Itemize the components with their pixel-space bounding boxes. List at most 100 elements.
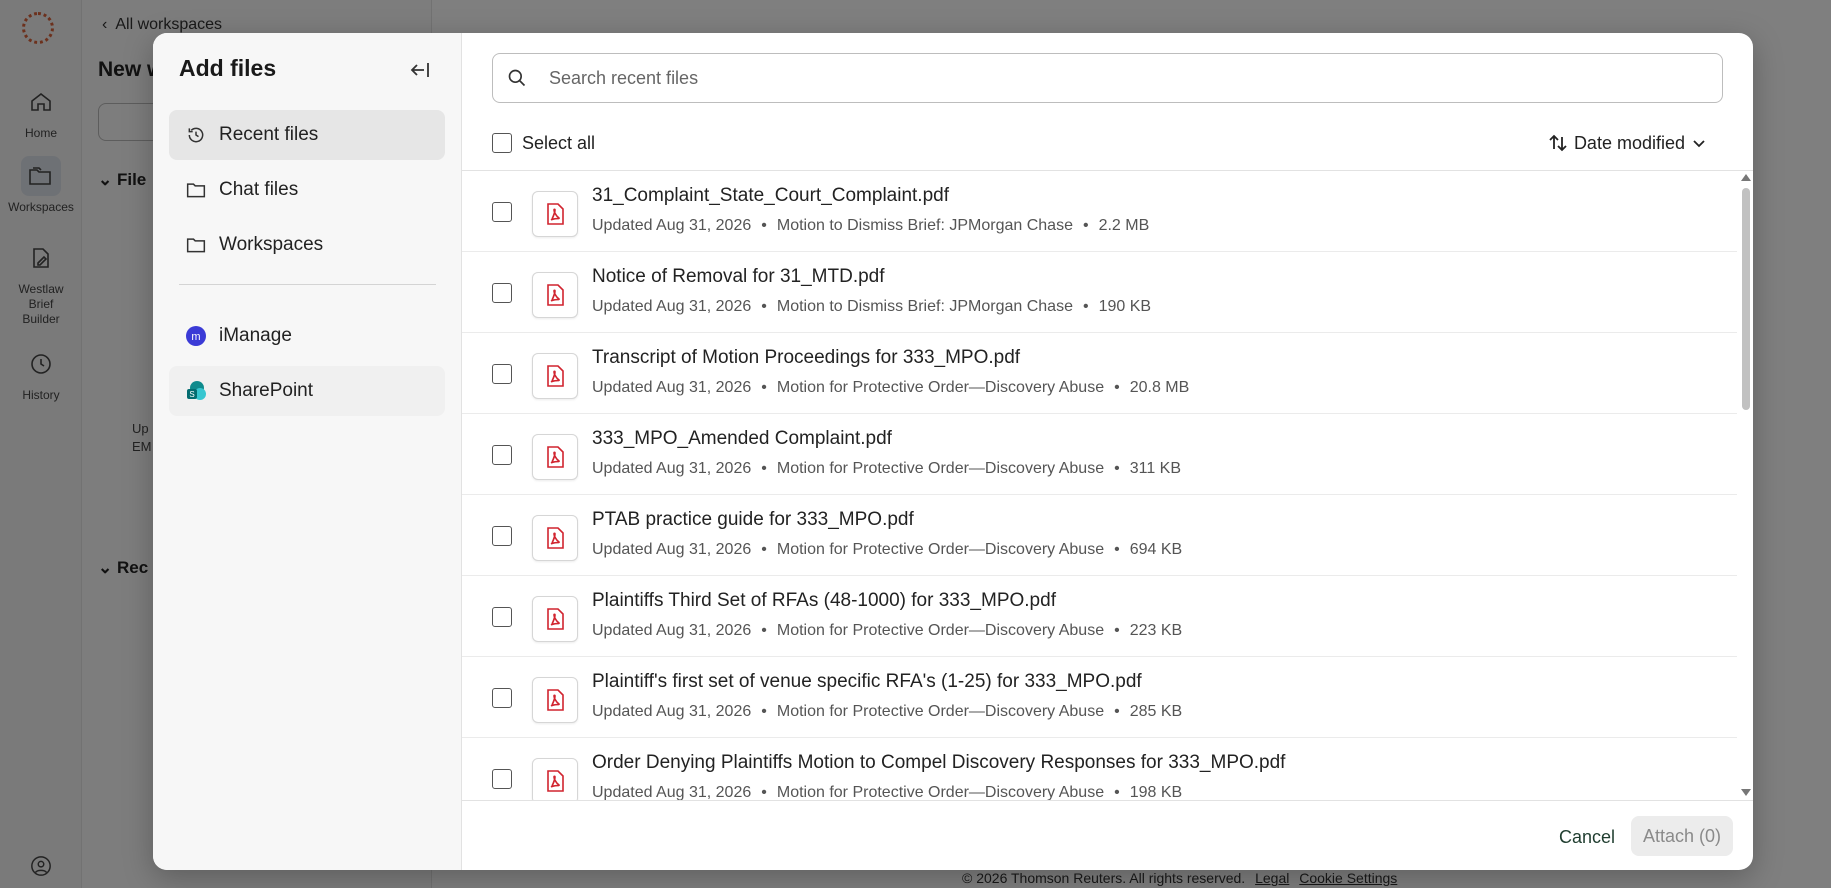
nav-sharepoint[interactable]: S SharePoint <box>169 366 445 416</box>
sharepoint-icon: S <box>185 380 207 402</box>
file-source: Motion for Protective Order—Discovery Ab… <box>776 784 1105 800</box>
file-name[interactable]: Order Denying Plaintiffs Motion to Compe… <box>592 752 1285 774</box>
pdf-file-icon <box>532 677 578 723</box>
search-input[interactable] <box>549 67 1689 89</box>
meta-separator: • <box>761 784 767 800</box>
pdf-file-icon <box>532 272 578 318</box>
file-name[interactable]: Notice of Removal for 31_MTD.pdf <box>592 266 885 288</box>
chevron-down-icon <box>1693 140 1705 148</box>
file-row[interactable]: Notice of Removal for 31_MTD.pdf Updated … <box>462 252 1737 333</box>
sort-icon <box>1549 134 1567 152</box>
folder-icon <box>185 234 207 256</box>
meta-separator: • <box>1082 298 1089 315</box>
nav-recent-files[interactable]: Recent files <box>169 110 445 160</box>
file-source: Motion to Dismiss Brief: JPMorgan Chase <box>776 298 1073 315</box>
meta-separator: • <box>1114 379 1120 396</box>
meta-separator: • <box>761 541 767 558</box>
file-updated: Updated Aug 31, 2026 <box>592 541 752 558</box>
file-name[interactable]: Plaintiff's first set of venue specific … <box>592 671 1142 693</box>
file-meta: Updated Aug 31, 2026 • Motion for Protecti… <box>592 379 1189 397</box>
file-checkbox[interactable] <box>492 445 512 465</box>
scroll-up-arrow-icon[interactable] <box>1741 174 1751 181</box>
pdf-file-icon <box>532 191 578 237</box>
file-checkbox[interactable] <box>492 688 512 708</box>
search-field[interactable] <box>492 53 1723 103</box>
meta-separator: • <box>1114 622 1120 639</box>
file-source: Motion for Protective Order—Discovery Ab… <box>776 379 1105 396</box>
meta-separator: • <box>761 379 767 396</box>
file-checkbox[interactable] <box>492 769 512 789</box>
file-row[interactable]: 333_MPO_Amended Complaint.pdf Updated Aug… <box>462 414 1737 495</box>
file-source: Motion for Protective Order—Discovery Ab… <box>776 541 1105 558</box>
file-checkbox[interactable] <box>492 526 512 546</box>
nav-label: iManage <box>219 325 292 346</box>
meta-separator: • <box>761 298 767 315</box>
file-meta: Updated Aug 31, 2026 • Motion for Protecti… <box>592 622 1182 640</box>
file-updated: Updated Aug 31, 2026 <box>592 460 752 477</box>
meta-separator: • <box>761 460 767 477</box>
nav-imanage[interactable]: m iManage <box>169 311 445 361</box>
meta-separator: • <box>761 622 767 639</box>
file-row[interactable]: Order Denying Plaintiffs Motion to Compe… <box>462 738 1737 800</box>
file-updated: Updated Aug 31, 2026 <box>592 379 752 396</box>
meta-separator: • <box>1114 460 1120 477</box>
collapse-sidebar-button[interactable] <box>405 55 435 85</box>
nav-chat-files[interactable]: Chat files <box>169 165 445 215</box>
file-source: Motion for Protective Order—Discovery Ab… <box>776 460 1105 477</box>
select-all-checkbox[interactable] <box>492 133 512 153</box>
file-name[interactable]: PTAB practice guide for 333_MPO.pdf <box>592 509 914 531</box>
file-size: 285 KB <box>1129 703 1183 720</box>
pdf-file-icon <box>532 353 578 399</box>
sort-dropdown[interactable]: Date modified <box>1542 129 1713 157</box>
pdf-file-icon <box>532 596 578 642</box>
file-checkbox[interactable] <box>492 202 512 222</box>
imanage-icon: m <box>185 325 207 347</box>
file-size: 223 KB <box>1129 622 1183 639</box>
file-list-scrollbar[interactable] <box>1739 170 1753 800</box>
nav-label: Chat files <box>219 179 299 200</box>
dialog-title: Add files <box>179 55 277 81</box>
file-source: Motion for Protective Order—Discovery Ab… <box>776 703 1105 720</box>
meta-separator: • <box>761 703 767 720</box>
file-meta: Updated Aug 31, 2026 • Motion for Protecti… <box>592 784 1182 800</box>
sort-label: Date modified <box>1573 132 1685 153</box>
search-icon <box>508 69 526 87</box>
nav-workspaces[interactable]: Workspaces <box>169 220 445 270</box>
file-size: 311 KB <box>1129 460 1181 477</box>
file-updated: Updated Aug 31, 2026 <box>592 298 752 315</box>
file-meta: Updated Aug 31, 2026 • Motion to Dismiss B… <box>592 298 1151 316</box>
file-name[interactable]: Plaintiffs Third Set of RFAs (48-1000) f… <box>592 590 1056 612</box>
file-checkbox[interactable] <box>492 607 512 627</box>
meta-separator: • <box>1082 217 1089 234</box>
pdf-file-icon <box>532 434 578 480</box>
pdf-file-icon <box>532 758 578 800</box>
nav-label: Recent files <box>219 124 319 145</box>
file-name[interactable]: Transcript of Motion Proceedings for 333… <box>592 347 1020 369</box>
file-row[interactable]: Plaintiff's first set of venue specific … <box>462 657 1737 738</box>
meta-separator: • <box>1114 541 1120 558</box>
scrollbar-thumb[interactable] <box>1742 188 1750 410</box>
select-all-row[interactable]: Select all <box>492 130 595 156</box>
file-row[interactable]: Plaintiffs Third Set of RFAs (48-1000) f… <box>462 576 1737 657</box>
file-source: Motion for Protective Order—Discovery Ab… <box>776 622 1105 639</box>
scroll-down-arrow-icon[interactable] <box>1741 789 1751 796</box>
dialog-sidebar: Add files Recent files Chat files Worksp… <box>153 33 462 870</box>
file-checkbox[interactable] <box>492 364 512 384</box>
attach-button[interactable]: Attach (0) <box>1630 816 1733 856</box>
cancel-button[interactable]: Cancel <box>1547 818 1627 856</box>
meta-separator: • <box>761 217 767 234</box>
file-name[interactable]: 31_Complaint_State_Court_Complaint.pdf <box>592 185 949 207</box>
file-row[interactable]: 31_Complaint_State_Court_Complaint.pdf Up… <box>462 171 1737 252</box>
file-checkbox[interactable] <box>492 283 512 303</box>
file-row[interactable]: Transcript of Motion Proceedings for 333… <box>462 333 1737 414</box>
nav-label: SharePoint <box>219 380 314 401</box>
file-row[interactable]: PTAB practice guide for 333_MPO.pdf Updat… <box>462 495 1737 576</box>
file-updated: Updated Aug 31, 2026 <box>592 622 752 639</box>
file-meta: Updated Aug 31, 2026 • Motion for Protecti… <box>592 703 1182 721</box>
file-list: 31_Complaint_State_Court_Complaint.pdf Up… <box>462 170 1753 800</box>
file-size: 694 KB <box>1129 541 1183 558</box>
pdf-file-icon <box>532 515 578 561</box>
file-name[interactable]: 333_MPO_Amended Complaint.pdf <box>592 428 892 450</box>
meta-separator: • <box>1114 703 1120 720</box>
file-meta: Updated Aug 31, 2026 • Motion for Protecti… <box>592 541 1182 559</box>
